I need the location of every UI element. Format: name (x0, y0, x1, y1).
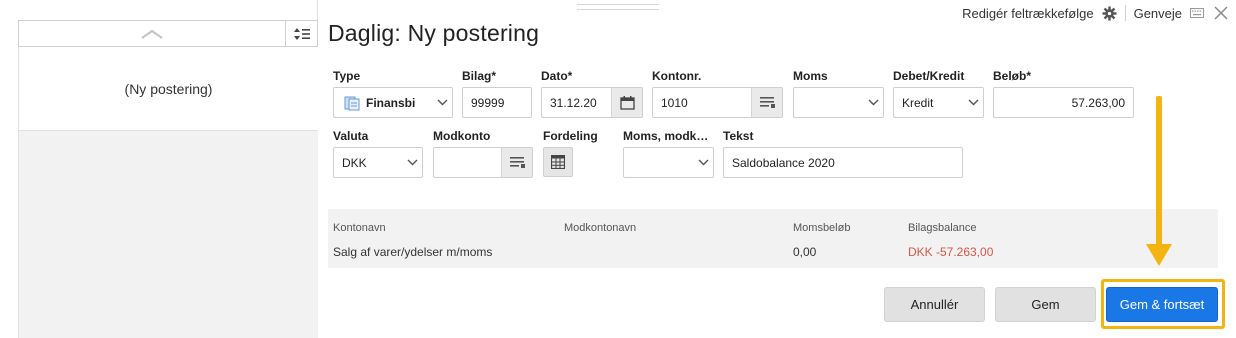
list-lookup-icon (759, 97, 775, 108)
chevron-down-icon (693, 159, 713, 166)
top-toolbar: Redigér feltrækkefølge Genveje (962, 5, 1228, 21)
modkonto-input[interactable] (433, 147, 533, 178)
collapse-button[interactable] (19, 21, 286, 46)
calendar-button[interactable] (611, 88, 642, 117)
moms-select[interactable] (793, 87, 884, 118)
type-label: Type (333, 69, 361, 83)
list-lookup-icon (509, 157, 525, 168)
moms-modk-label: Moms, modk… (623, 129, 709, 143)
fordeling-button[interactable] (543, 147, 573, 177)
kontonr-input[interactable]: 1010 (652, 87, 783, 118)
page-title: Daglig: Ny postering (328, 20, 540, 46)
bilag-label: Bilag* (462, 69, 497, 83)
tekst-input[interactable]: Saldobalance 2020 (723, 147, 963, 178)
modkonto-label: Modkonto (433, 129, 491, 143)
chevron-down-icon (963, 99, 983, 106)
type-value: Finansbi (366, 95, 416, 110)
list-item-label: (Ny postering) (124, 80, 213, 97)
annotation-arrow-head (1146, 244, 1172, 266)
kontonr-lookup-button[interactable] (751, 88, 782, 117)
dato-value: 31.12.20 (550, 95, 597, 110)
kontonr-value: 1010 (661, 95, 688, 110)
kontonr-label: Kontonr. (652, 69, 702, 83)
valuta-value: DKK (342, 155, 367, 170)
valuta-select[interactable]: DKK (333, 147, 423, 178)
cancel-button[interactable]: Annullér (884, 287, 985, 322)
tekst-label: Tekst (723, 129, 754, 143)
type-select[interactable]: Finansbi (333, 87, 453, 118)
chevron-down-icon (863, 99, 883, 106)
moms-label: Moms (793, 69, 828, 83)
debet-kredit-select[interactable]: Kredit (893, 87, 984, 118)
drag-handle[interactable] (577, 4, 659, 10)
calendar-icon (619, 95, 635, 110)
bilag-input[interactable]: 99999 (462, 87, 532, 118)
kontonavn-header: Kontonavn (333, 222, 386, 234)
sort-button[interactable] (286, 21, 317, 46)
valuta-label: Valuta (333, 129, 369, 143)
chevron-up-icon (141, 29, 163, 39)
close-icon[interactable] (1214, 6, 1228, 20)
save-button[interactable]: Gem (995, 287, 1096, 322)
edit-field-order-link[interactable]: Redigér feltrækkefølge (962, 6, 1094, 21)
gear-icon[interactable] (1102, 5, 1117, 21)
entry-list-panel: (Ny postering) (0, 0, 318, 338)
journal-icon (334, 95, 360, 111)
keyboard-icon[interactable] (1190, 8, 1204, 18)
chevron-down-icon (402, 159, 422, 166)
bilagsbalance-value: DKK -57.263,00 (908, 245, 994, 259)
beloeb-value: 57.263,00 (1071, 95, 1125, 110)
moms-modk-select[interactable] (623, 147, 714, 178)
kontonavn-value: Salg af varer/ydelser m/moms (333, 245, 493, 259)
table-grid-icon (551, 155, 565, 169)
bilag-value: 99999 (471, 95, 505, 110)
modkonto-lookup-button[interactable] (501, 148, 532, 177)
debet-kredit-label: Debet/Kredit (893, 69, 965, 83)
fordeling-label: Fordeling (543, 129, 598, 143)
sort-icon (293, 27, 310, 40)
list-empty-area (18, 131, 318, 338)
dato-input[interactable]: 31.12.20 (541, 87, 643, 118)
chevron-down-icon (432, 99, 452, 106)
beloeb-label: Beløb* (993, 69, 1032, 83)
list-header (18, 20, 318, 47)
momsbeloeb-header: Momsbeløb (793, 222, 851, 234)
modkontonavn-header: Modkontonavn (564, 222, 637, 234)
list-item-new-entry[interactable]: (Ny postering) (18, 47, 318, 131)
tekst-value: Saldobalance 2020 (732, 155, 835, 170)
bilagsbalance-header: Bilagsbalance (908, 222, 977, 234)
momsbeloeb-value: 0,00 (793, 245, 817, 259)
shortcuts-link[interactable]: Genveje (1134, 6, 1182, 21)
debet-kredit-value: Kredit (902, 95, 934, 110)
annotation-highlight-box (1101, 279, 1225, 329)
beloeb-input[interactable]: 57.263,00 (993, 87, 1134, 118)
toolbar-divider (1124, 5, 1126, 21)
account-info-panel: Kontonavn Modkontonavn Momsbeløb Bilagsb… (328, 209, 1218, 268)
dato-label: Dato* (541, 69, 573, 83)
annotation-arrow-shaft (1156, 96, 1162, 250)
